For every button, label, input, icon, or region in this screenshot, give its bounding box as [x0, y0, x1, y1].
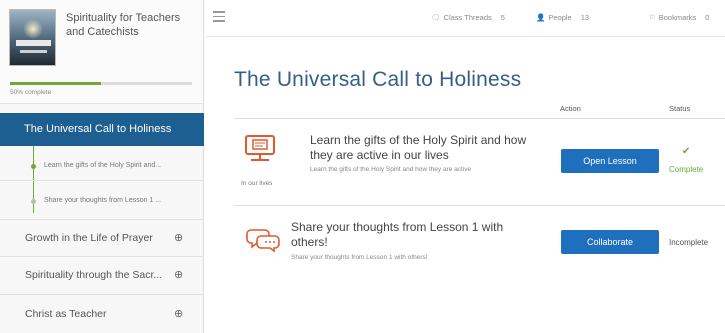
- sidebar-module-label: Growth in the Life of Prayer: [25, 232, 153, 244]
- hamburger-menu-icon[interactable]: [213, 11, 225, 22]
- divider: [0, 219, 204, 220]
- column-header-action: Action: [560, 104, 581, 113]
- sidebar-lesson-label: Share your thoughts from Lesson 1 ...: [44, 197, 162, 204]
- divider: [0, 180, 204, 181]
- lesson-icon-caption: In our lives: [241, 180, 273, 187]
- expand-plus-icon[interactable]: ⊕: [174, 221, 183, 255]
- discussion-bubbles-icon: [246, 229, 280, 253]
- row-divider: [234, 118, 725, 119]
- course-progress-bar: [10, 82, 192, 85]
- page-title: The Universal Call to Holiness: [234, 68, 522, 91]
- class-threads-count: 5: [500, 13, 505, 22]
- class-threads-link[interactable]: 🗨 Class Threads 5: [431, 13, 505, 22]
- sidebar-module-item[interactable]: Christ as Teacher ⊕: [0, 297, 204, 331]
- sidebar-module-item[interactable]: Growth in the Life of Prayer ⊕: [0, 221, 204, 255]
- status-complete: Complete: [669, 165, 704, 174]
- people-count: 13: [580, 13, 590, 22]
- course-header: Spirituality for Teachers and Catechists…: [0, 0, 203, 104]
- divider: [0, 256, 204, 257]
- sidebar-module-label: Christ as Teacher: [25, 308, 107, 320]
- sidebar-module-label: Spirituality through the Sacr...: [25, 269, 163, 281]
- sidebar-module-active[interactable]: The Universal Call to Holiness: [0, 113, 204, 146]
- course-progress-text: 50% complete: [10, 89, 52, 96]
- person-icon: 👤: [536, 13, 546, 22]
- activity-title[interactable]: Share your thoughts from Lesson 1 with o…: [291, 220, 541, 249]
- thumbnail-caption-bar: [16, 40, 51, 46]
- sidebar-lesson-label: Learn the gifts of the Holy Spirit and..…: [44, 162, 162, 169]
- light-ray-decoration: [24, 18, 42, 40]
- checkmark-icon: ✔: [682, 146, 691, 157]
- sidebar-module-item[interactable]: Spirituality through the Sacr... ⊕: [0, 258, 204, 292]
- lesson-screen-icon: [245, 135, 275, 161]
- column-header-status: Status: [669, 104, 691, 113]
- sidebar-lesson-item[interactable]: Learn the gifts of the Holy Spirit and..…: [0, 152, 204, 180]
- activity-subtitle: Share your thoughts from Lesson 1 with o…: [291, 254, 428, 261]
- divider: [0, 294, 204, 295]
- course-progress-fill: [10, 82, 101, 85]
- bookmark-icon: ⚐: [649, 13, 656, 22]
- lesson-incomplete-dot-icon: [31, 199, 36, 204]
- expand-plus-icon[interactable]: ⊕: [174, 297, 183, 331]
- lesson-complete-dot-icon: [31, 164, 36, 169]
- class-threads-label: Class Threads: [443, 13, 492, 22]
- lesson-subtitle: Learn the gifts of the Holy Spirit and h…: [310, 166, 472, 173]
- collaborate-button[interactable]: Collaborate: [561, 230, 659, 254]
- bookmarks-link[interactable]: ⚐ Bookmarks 0: [649, 13, 709, 22]
- thumbnail-caption-bar-2: [20, 50, 47, 53]
- course-title[interactable]: Spirituality for Teachers and Catechists: [66, 11, 196, 39]
- lesson-title[interactable]: Learn the gifts of the Holy Spirit and h…: [310, 133, 548, 162]
- top-bar: 🗨 Class Threads 5 👤 People 13 ⚐ Bookmarks 0: [205, 0, 725, 37]
- people-label: People: [548, 13, 572, 22]
- sidebar-lesson-item[interactable]: Share your thoughts from Lesson 1 ...: [0, 187, 204, 215]
- bookmarks-label: Bookmarks: [658, 13, 697, 22]
- open-lesson-button[interactable]: Open Lesson: [561, 149, 659, 173]
- people-link[interactable]: 👤 People 13: [536, 13, 589, 22]
- course-thumbnail[interactable]: [9, 9, 56, 66]
- expand-plus-icon[interactable]: ⊕: [174, 258, 183, 292]
- row-divider: [234, 205, 725, 206]
- bookmarks-count: 0: [705, 13, 710, 22]
- status-incomplete: Incomplete: [669, 238, 709, 247]
- speech-bubble-icon: 🗨: [431, 13, 441, 22]
- course-sidebar: Spirituality for Teachers and Catechists…: [0, 0, 204, 333]
